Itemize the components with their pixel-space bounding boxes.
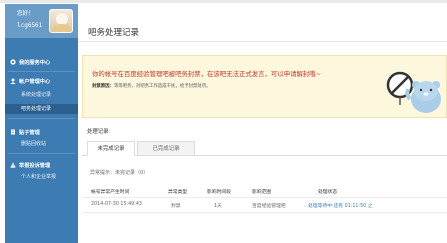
nav-section-service-center[interactable]: 我的服务中心	[5, 59, 78, 66]
divider	[8, 153, 75, 154]
app-frame: 您好！ lcg6561 我的服务中心 帐户管理中心 系统处理记录 吧务处理记录 …	[0, 0, 447, 243]
top-edge	[0, 0, 447, 3]
avatar[interactable]	[49, 9, 73, 33]
records-section-label: 处理记录	[87, 129, 109, 135]
nav-section-report[interactable]: 举报投诉管理	[5, 162, 78, 169]
notice-reason-label: 封禁原因：	[92, 84, 114, 89]
ban-notice: 你的帐号在百度经验管理吧被吧务封禁，在该吧无法正式发言，可以申请解封哦~ 封禁原…	[82, 55, 447, 118]
service-center-icon	[10, 59, 16, 65]
username[interactable]: lcg6561	[17, 22, 42, 29]
report-icon	[10, 162, 16, 168]
table-cell-type: 封禁	[171, 204, 181, 209]
nav-section-label: 我的服务中心	[19, 60, 51, 66]
table-cell-status[interactable]: 处理等待中·还有 01:11:50 之	[308, 202, 373, 209]
tab-finished[interactable]: 已完成记录	[137, 141, 195, 156]
table-cell-time: 2014-07-30 15:49:43	[91, 202, 142, 207]
column-header: 影响范围	[252, 190, 272, 195]
divider	[78, 41, 447, 42]
divider	[82, 212, 447, 213]
divider	[82, 197, 447, 198]
table-cell-scope: 百度经验管理吧	[252, 204, 286, 209]
sidebar-item-system-records[interactable]: 系统处理记录	[5, 90, 78, 100]
user-icon	[10, 78, 16, 84]
sidebar-item-reports[interactable]: 个人和企业举报	[5, 172, 78, 182]
sidebar-item-bawu-records[interactable]: 吧务处理记录	[5, 104, 78, 114]
column-header: 处理状态	[318, 190, 338, 195]
nav-section-label: 举报投诉管理	[19, 163, 51, 169]
nav-section-posts[interactable]: 贴子管理	[5, 129, 78, 136]
main-panel: 吧务处理记录 你的帐号在百度经验管理吧被吧务封禁，在该吧无法正式发言，可以申请解…	[78, 4, 447, 243]
sidebar-item-recycle-bin[interactable]: 删贴回收站	[5, 139, 78, 149]
bear-mascot-illustration	[386, 59, 444, 117]
nav-section-label: 贴子管理	[19, 130, 40, 136]
notice-message: 你的帐号在百度经验管理吧被吧务封禁，在该吧无法正式发言，可以申请解封哦~	[92, 70, 322, 78]
column-header: 影响时间段	[207, 190, 231, 195]
divider	[8, 71, 75, 72]
profile-card: 您好！ lcg6561	[5, 4, 78, 38]
tab-unfinished[interactable]: 未完成记录	[87, 141, 135, 156]
divider	[8, 118, 75, 119]
greeting-text: 您好！	[17, 11, 34, 17]
nav-section-label: 帐户管理中心	[19, 79, 51, 85]
sidebar: 您好！ lcg6561 我的服务中心 帐户管理中心 系统处理记录 吧务处理记录 …	[5, 4, 78, 243]
nav-section-account[interactable]: 帐户管理中心	[5, 78, 78, 85]
document-icon	[10, 129, 16, 135]
page-title: 吧务处理记录	[88, 28, 140, 38]
table-cell-duration: 1天	[214, 204, 222, 209]
records-tabs: 未完成记录 已完成记录	[82, 141, 447, 156]
notice-reason-text: 等等吧务，对吧务工作造成干扰，给予封禁处罚。	[113, 84, 211, 89]
column-header: 异常类型	[168, 190, 188, 195]
exception-tip: 异常提示：未完记录（0）	[90, 170, 149, 176]
notice-reason: 封禁原因：等等吧务，对吧务工作造成干扰，给予封禁处罚。	[92, 83, 211, 89]
column-header: 帐号异常产生时间	[91, 190, 130, 195]
